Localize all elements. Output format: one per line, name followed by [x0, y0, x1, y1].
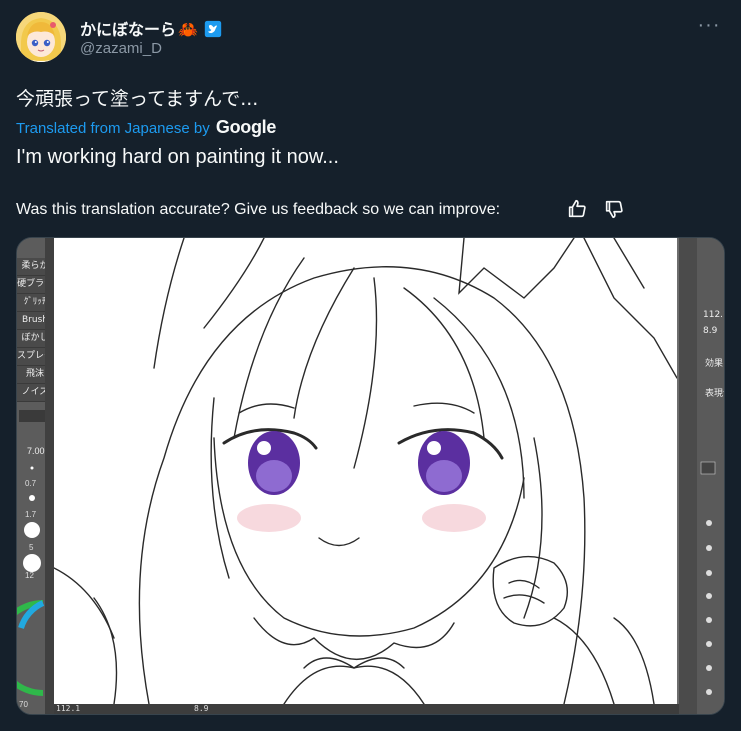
google-logo: Google — [215, 117, 277, 137]
layer-list[interactable] — [699, 448, 724, 708]
crab-emoji: 🦀 — [178, 20, 198, 39]
verified-badge-icon — [204, 20, 222, 38]
expression-color-label: 表現色 — [705, 389, 724, 399]
translation-feedback-prompt: Was this translation accurate? Give us f… — [16, 201, 501, 218]
display-name[interactable]: かにぼなーら 🦀 — [80, 16, 222, 40]
brush-size-preset-label: 5 — [29, 543, 34, 552]
translated-from-label: Translated from Japanese by — [16, 120, 210, 137]
brush-size-preset-label: 1.7 — [25, 510, 37, 519]
zoom-level: 70 — [19, 700, 28, 709]
layer-panel: 112.1 8.9 効果 表現色 — [679, 238, 724, 714]
avatar-image — [16, 12, 66, 62]
effect-label: 効果 — [705, 359, 724, 369]
tweet-header: かにぼなーら 🦀 @zazami_D ··· — [16, 12, 725, 66]
layer-panel-scrollbar[interactable] — [679, 238, 697, 714]
tweet-original-text: 今頑張って塗ってますんで... — [16, 88, 259, 110]
brush-size-preset-label: 12 — [25, 571, 34, 580]
more-dots-icon[interactable]: ··· — [697, 15, 721, 42]
avatar[interactable] — [16, 12, 66, 62]
panel-value: 112.1 — [703, 310, 724, 320]
user-handle[interactable]: @zazami_D — [80, 40, 162, 57]
status-zoom-value: 112.1 — [56, 704, 81, 713]
display-name-text: かにぼなーら — [80, 20, 177, 39]
canvas-status-bar: 112.1 8.9 — [54, 704, 679, 714]
line-art-illustration — [53, 238, 678, 705]
thumbs-down-icon[interactable] — [603, 198, 625, 220]
brush-size-preset-label: 0.7 — [25, 479, 37, 488]
panel-value: 8.9 — [703, 326, 718, 336]
tweet-media[interactable]: 柔らか 硬ブラシ ｸﾞﾘｯﾁ Brush ぼかし スプレー 飛沫 ノイズ 7.0… — [16, 237, 725, 715]
drawing-canvas[interactable] — [53, 238, 678, 705]
brush-size-value[interactable]: 7.00 — [27, 446, 45, 456]
brush-tool-panel: 柔らか 硬ブラシ ｸﾞﾘｯﾁ Brush ぼかし スプレー 飛沫 ノイズ 7.0… — [17, 238, 55, 714]
status-angle-value: 8.9 — [194, 704, 209, 713]
tweet-translation: I'm working hard on painting it now... — [16, 146, 339, 168]
thumbs-up-icon[interactable] — [566, 198, 588, 220]
translation-attribution[interactable]: Translated from Japanese by Google — [16, 117, 276, 138]
